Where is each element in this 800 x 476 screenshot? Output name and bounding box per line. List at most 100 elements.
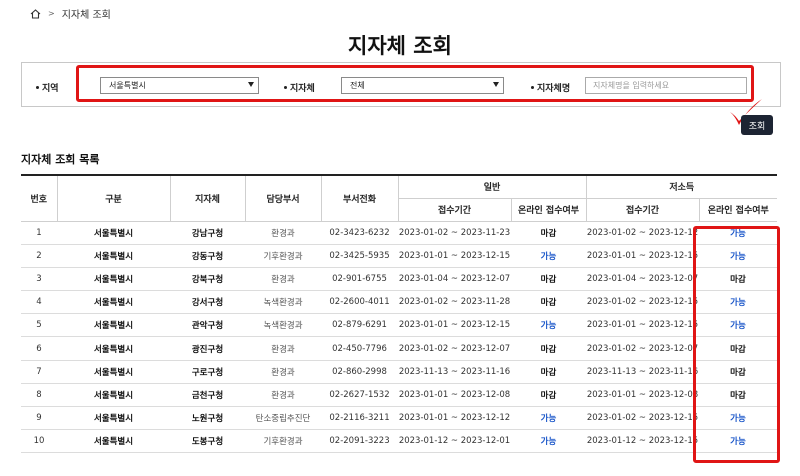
header-low-income: 저소득: [585, 174, 777, 199]
header-category: 구분: [56, 174, 170, 222]
table-row[interactable]: 5 서울특별시 관악구청 녹색환경과 02-879-6291 2023-01-01 ~ 2…: [21, 313, 777, 338]
cell-phone: 02-901-6755: [321, 267, 398, 292]
cell-category: 서울특별시: [57, 221, 170, 245]
cell-low-period: 2023-01-12 ~ 2023-12-15: [586, 429, 699, 454]
cell-localgov: 금천구청: [170, 383, 245, 408]
cell-category: 서울특별시: [57, 360, 170, 384]
cell-general-period: 2023-01-01 ~ 2023-12-15: [398, 313, 511, 338]
cell-localgov: 강동구청: [170, 244, 245, 268]
cell-localgov: 노원구청: [170, 406, 245, 431]
header-low-period: 접수기간: [585, 198, 699, 222]
cell-general-online: 마감: [511, 360, 586, 384]
header-general: 일반: [397, 174, 586, 199]
region-label: 지역: [36, 81, 59, 94]
table-row[interactable]: 10 서울특별시 도봉구청 기후환경과 02-2091-3223 2023-01-12 ~…: [21, 429, 777, 454]
highlight-frame-low-online: [693, 226, 780, 463]
table-row[interactable]: 7 서울특별시 구로구청 환경과 02-860-2998 2023-11-13 ~ 202…: [21, 360, 777, 384]
cell-dept: 기후환경과: [245, 244, 321, 268]
cell-dept: 녹색환경과: [245, 313, 321, 338]
cell-no: 7: [21, 360, 57, 384]
cell-phone: 02-450-7796: [321, 336, 398, 361]
cell-no: 3: [21, 267, 57, 292]
cell-general-online: 마감: [511, 267, 586, 292]
cell-localgov: 도봉구청: [170, 429, 245, 454]
cell-localgov: 강서구청: [170, 290, 245, 315]
cell-category: 서울특별시: [57, 336, 170, 361]
cell-no: 5: [21, 313, 57, 338]
cell-localgov: 구로구청: [170, 360, 245, 384]
cell-category: 서울특별시: [57, 383, 170, 408]
cell-general-period: 2023-11-13 ~ 2023-11-16: [398, 360, 511, 384]
cell-no: 4: [21, 290, 57, 315]
table-row[interactable]: 8 서울특별시 금천구청 환경과 02-2627-1532 2023-01-01 ~ 20…: [21, 383, 777, 408]
header-low-online: 온라인 접수여부: [698, 198, 777, 222]
cell-dept: 환경과: [245, 267, 321, 292]
cell-dept: 환경과: [245, 383, 321, 408]
cell-localgov: 광진구청: [170, 336, 245, 361]
cell-low-period: 2023-11-13 ~ 2023-11-16: [586, 360, 699, 384]
cell-phone: 02-2627-1532: [321, 383, 398, 408]
cell-dept: 녹색환경과: [245, 290, 321, 315]
table-row[interactable]: 2 서울특별시 강동구청 기후환경과 02-3425-5935 2023-01-01 ~ …: [21, 244, 777, 268]
cell-low-period: 2023-01-02 ~ 2023-12-12: [586, 221, 699, 245]
header-phone: 부서전화: [320, 174, 398, 222]
cell-dept: 환경과: [245, 360, 321, 384]
cell-general-period: 2023-01-01 ~ 2023-12-08: [398, 383, 511, 408]
cell-low-period: 2023-01-01 ~ 2023-12-15: [586, 244, 699, 268]
cell-dept: 탄소중립추진단: [245, 406, 321, 431]
cell-general-period: 2023-01-01 ~ 2023-12-15: [398, 244, 511, 268]
table-row[interactable]: 4 서울특별시 강서구청 녹색환경과 02-2600-4011 2023-01-02 ~ …: [21, 290, 777, 315]
cell-general-online: 마감: [511, 336, 586, 361]
list-title: 지자체 조회 목록: [21, 153, 100, 166]
cell-general-period: 2023-01-02 ~ 2023-11-28: [398, 290, 511, 315]
header-no: 번호: [21, 174, 57, 222]
cell-low-period: 2023-01-02 ~ 2023-12-15: [586, 406, 699, 431]
header-localgov: 지자체: [169, 174, 245, 222]
cell-dept: 환경과: [245, 336, 321, 361]
cell-general-period: 2023-01-01 ~ 2023-12-12: [398, 406, 511, 431]
cell-no: 6: [21, 336, 57, 361]
cell-localgov: 관악구청: [170, 313, 245, 338]
cell-general-online: 가능: [511, 313, 586, 338]
header-general-online: 온라인 접수여부: [510, 198, 586, 222]
home-icon[interactable]: [30, 8, 41, 19]
cell-no: 1: [21, 221, 57, 245]
cell-general-online: 마감: [511, 290, 586, 315]
cell-category: 서울특별시: [57, 429, 170, 454]
cell-category: 서울특별시: [57, 406, 170, 431]
table-row[interactable]: 9 서울특별시 노원구청 탄소중립추진단 02-2116-3211 2023-01-01 …: [21, 406, 777, 431]
cell-low-period: 2023-01-02 ~ 2023-12-07: [586, 336, 699, 361]
cell-low-period: 2023-01-01 ~ 2023-12-08: [586, 383, 699, 408]
breadcrumb-current[interactable]: 지자체 조회: [62, 6, 111, 21]
cell-general-online: 가능: [511, 244, 586, 268]
cell-dept: 기후환경과: [245, 429, 321, 454]
search-button[interactable]: 조회: [741, 115, 773, 135]
cell-dept: 환경과: [245, 221, 321, 245]
cell-general-period: 2023-01-12 ~ 2023-12-01: [398, 429, 511, 454]
cell-category: 서울특별시: [57, 244, 170, 268]
localgov-table: 번호 구분 지자체 담당부서 부서전화 일반 저소득 접수기간 온라인 접수여부…: [21, 174, 777, 454]
cell-low-period: 2023-01-02 ~ 2023-12-15: [586, 290, 699, 315]
highlight-frame-search: [76, 65, 754, 102]
cell-phone: 02-879-6291: [321, 313, 398, 338]
table-row[interactable]: 6 서울특별시 광진구청 환경과 02-450-7796 2023-01-02 ~ 202…: [21, 336, 777, 361]
cell-no: 2: [21, 244, 57, 268]
cell-phone: 02-860-2998: [321, 360, 398, 384]
cell-phone: 02-2600-4011: [321, 290, 398, 315]
cell-category: 서울특별시: [57, 313, 170, 338]
chevron-right-icon: >: [48, 9, 55, 18]
cell-general-online: 가능: [511, 406, 586, 431]
cell-general-period: 2023-01-02 ~ 2023-11-23: [398, 221, 511, 245]
table-row[interactable]: 1 서울특별시 강남구청 환경과 02-3423-6232 2023-01-02 ~ 20…: [21, 221, 777, 245]
cell-category: 서울특별시: [57, 267, 170, 292]
table-row[interactable]: 3 서울특별시 강북구청 환경과 02-901-6755 2023-01-04 ~ 202…: [21, 267, 777, 292]
header-dept: 담당부서: [244, 174, 321, 222]
cell-low-period: 2023-01-01 ~ 2023-12-15: [586, 313, 699, 338]
cell-general-period: 2023-01-04 ~ 2023-12-07: [398, 267, 511, 292]
cell-no: 8: [21, 383, 57, 408]
cell-no: 10: [21, 429, 57, 454]
header-general-period: 접수기간: [397, 198, 511, 222]
cell-general-online: 마감: [511, 221, 586, 245]
cell-phone: 02-3423-6232: [321, 221, 398, 245]
cell-general-online: 마감: [511, 383, 586, 408]
